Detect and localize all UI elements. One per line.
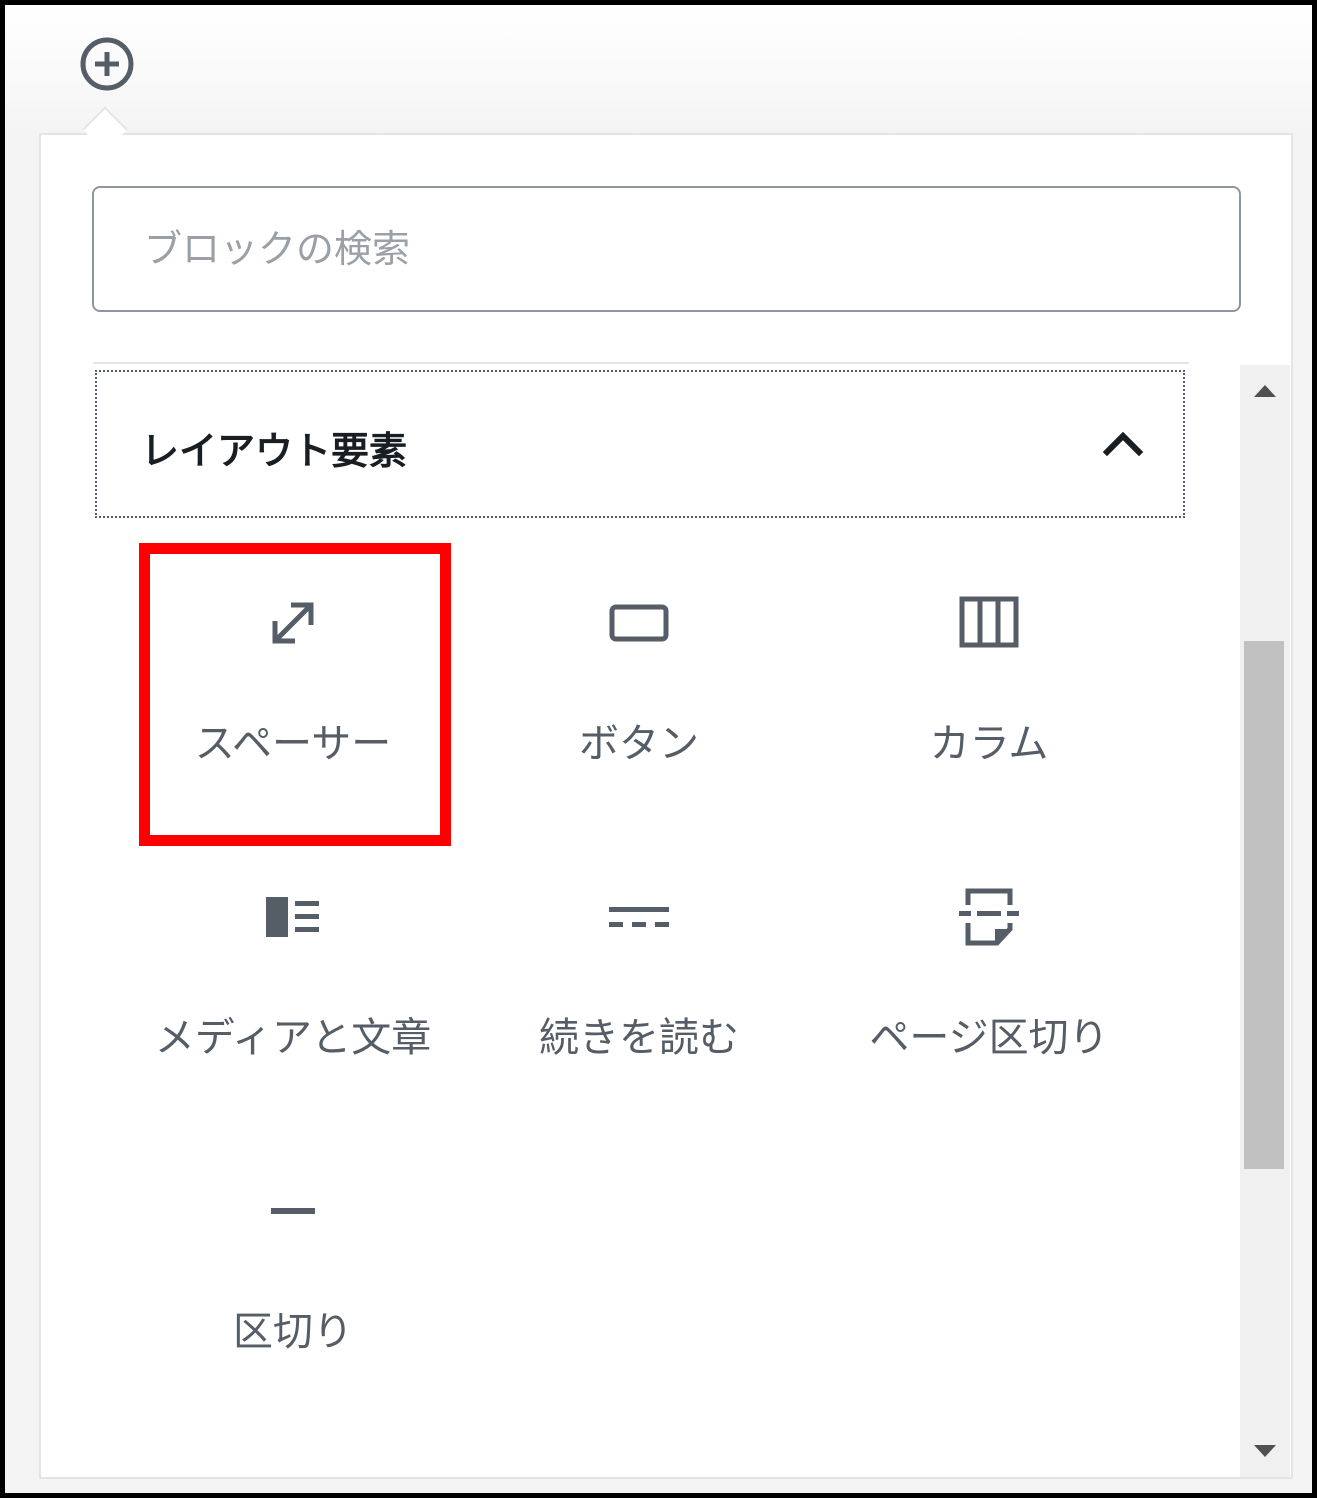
block-item-spacer[interactable]: スペーサー	[139, 543, 447, 843]
block-search-input[interactable]	[92, 186, 1241, 312]
chevron-up-icon	[1102, 431, 1144, 457]
block-item-columns[interactable]: カラム	[835, 543, 1143, 843]
block-item-media-text[interactable]: メディアと文章	[139, 837, 447, 1137]
block-label: ページ区切り	[869, 1015, 1109, 1061]
button-icon	[609, 604, 669, 642]
block-label: メディアと文章	[154, 1015, 432, 1061]
block-item-page-break[interactable]: ページ区切り	[835, 837, 1143, 1137]
list-divider	[93, 362, 1189, 364]
page-break-icon	[959, 888, 1019, 946]
block-item-more[interactable]: 続きを読む	[485, 837, 793, 1137]
block-label: 区切り	[233, 1309, 353, 1355]
block-label: ボタン	[579, 721, 699, 767]
columns-icon	[959, 596, 1019, 648]
panel-title: レイアウト要素	[141, 429, 408, 473]
separator-icon	[271, 1208, 315, 1214]
scrollbar-thumb[interactable]	[1244, 641, 1284, 1169]
block-item-button[interactable]: ボタン	[485, 543, 793, 843]
panel-layout-elements-toggle[interactable]: レイアウト要素	[95, 370, 1185, 518]
block-label: スペーサー	[194, 721, 392, 767]
block-item-separator[interactable]: 区切り	[139, 1131, 447, 1431]
scroll-down-icon[interactable]	[1240, 1427, 1290, 1477]
resize-arrows-icon	[272, 602, 314, 644]
block-label: 続きを読む	[539, 1015, 739, 1061]
block-label: カラム	[929, 721, 1049, 767]
add-block-icon[interactable]	[78, 35, 136, 93]
scrollbar[interactable]	[1240, 365, 1290, 1477]
screenshot-frame: レイアウト要素 スペーサー ボタン カラム	[0, 0, 1317, 1498]
media-text-icon	[266, 897, 319, 937]
more-icon	[609, 907, 669, 927]
scroll-up-icon[interactable]	[1240, 365, 1290, 415]
